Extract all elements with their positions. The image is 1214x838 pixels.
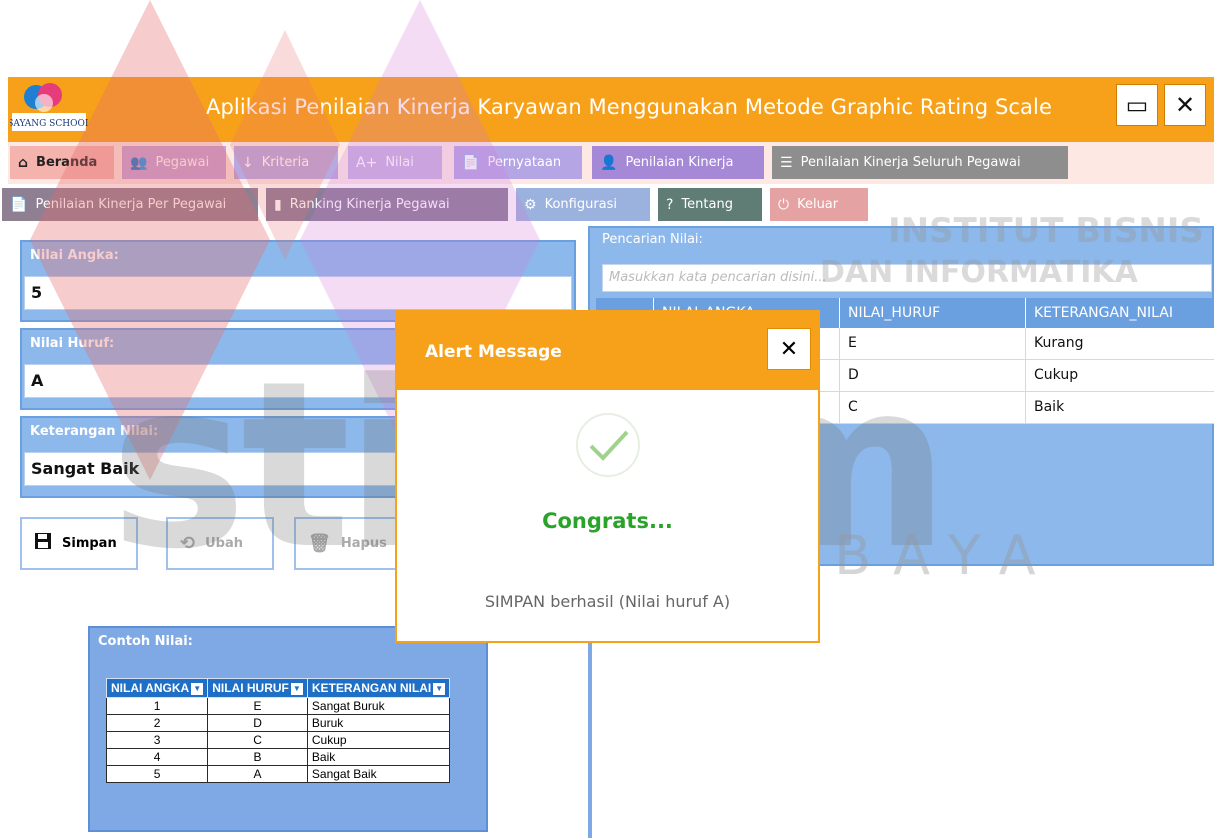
column-header[interactable]: NILAI ANGKA ▼: [105, 678, 209, 698]
trash-icon: 🗑: [308, 533, 331, 554]
menu-label: Beranda: [36, 155, 98, 170]
simpan-button[interactable]: Simpan: [20, 517, 138, 570]
grid-cell[interactable]: Kurang: [1026, 328, 1214, 360]
grid-cell[interactable]: Cukup: [1026, 360, 1214, 392]
keterangan-label: Keterangan Nilai:: [30, 424, 159, 439]
menu-beranda[interactable]: ⌂ Beranda: [10, 146, 114, 179]
menu-label: Keluar: [797, 197, 839, 212]
alert-title: Alert Message: [425, 342, 562, 362]
grid-cell[interactable]: D: [840, 360, 1026, 392]
minimize-icon: ▭: [1125, 91, 1149, 119]
menu-label: Penilaian Kinerja Seluruh Pegawai: [800, 155, 1021, 170]
menu-label: Pegawai: [155, 155, 210, 170]
power-icon: ⏻: [778, 196, 790, 213]
table-row: 5 A Sangat Baik: [105, 765, 451, 783]
menu-tentang[interactable]: ? Tentang: [658, 188, 762, 221]
main-menu-row-1: ⌂ Beranda 👥 Pegawai ↓ Kriteria A+ Nilai …: [8, 142, 1214, 184]
app-window: SAYANG SCHOOL Aplikasi Penilaian Kinerja…: [0, 0, 1214, 838]
grid-cell[interactable]: C: [840, 392, 1026, 424]
menu-label: Penilaian Kinerja: [625, 155, 734, 170]
dropdown-icon[interactable]: ▼: [191, 682, 204, 695]
menu-label: Ranking Kinerja Pegawai: [289, 197, 450, 212]
help-icon: ?: [666, 196, 674, 213]
checkmark-icon: [576, 413, 640, 477]
menu-konfigurasi[interactable]: ⚙ Konfigurasi: [516, 188, 650, 221]
contoh-nilai-label: Contoh Nilai:: [98, 634, 193, 649]
nilai-angka-label: Nilai Angka:: [30, 248, 119, 263]
menu-label: Nilai: [385, 155, 414, 170]
simpan-label: Simpan: [62, 536, 117, 551]
grade-icon: A+: [356, 154, 378, 171]
contoh-nilai-table: NILAI ANGKA ▼ NILAI HURUF ▼ KETERANGAN NIL…: [105, 678, 451, 783]
pencarian-nilai-label: Pencarian Nilai:: [602, 232, 703, 247]
menu-pegawai[interactable]: 👥 Pegawai: [122, 146, 226, 179]
grid-cell[interactable]: E: [840, 328, 1026, 360]
close-icon: ✕: [1174, 91, 1196, 119]
menu-keluar[interactable]: ⏻ Keluar: [770, 188, 868, 221]
home-icon: ⌂: [18, 154, 29, 171]
menu-nilai[interactable]: A+ Nilai: [348, 146, 442, 179]
menu-label: Pernyataan: [487, 155, 562, 170]
nilai-huruf-label: Nilai Huruf:: [30, 336, 115, 351]
contoh-nilai-group: Contoh Nilai: NILAI ANGKA ▼ NILAI HURUF ▼ …: [88, 626, 488, 832]
gear-icon: ⚙: [524, 196, 537, 213]
menu-label: Kriteria: [261, 155, 310, 170]
menu-penilaian-kinerja-seluruh-pegawai[interactable]: ☰ Penilaian Kinerja Seluruh Pegawai: [772, 146, 1068, 179]
menu-pernyataan[interactable]: 📄 Pernyataan: [454, 146, 582, 179]
svg-text:SAYANG SCHOOL: SAYANG SCHOOL: [10, 119, 88, 129]
edit-icon: ⟲: [180, 533, 196, 554]
hapus-button[interactable]: 🗑 Hapus: [294, 517, 398, 570]
table-row: 1 E Sangat Buruk: [105, 697, 451, 715]
dropdown-icon[interactable]: ▼: [433, 682, 446, 695]
grid-header-nilai-huruf[interactable]: NILAI_HURUF: [840, 298, 1026, 328]
table-row: 3 C Cukup: [105, 731, 451, 749]
close-window-button[interactable]: ✕: [1164, 84, 1206, 126]
nilai-angka-field[interactable]: 5: [24, 276, 572, 310]
search-input[interactable]: Masukkan kata pencarian disini...: [602, 264, 1212, 292]
grid-cell[interactable]: Baik: [1026, 392, 1214, 424]
main-menu-row-2: 📄 Penilaian Kinerja Per Pegawai ▮ Rankin…: [2, 184, 1214, 226]
close-icon: ✕: [779, 336, 799, 362]
bar-chart-icon: ▮: [274, 196, 282, 213]
ubah-button[interactable]: ⟲ Ubah: [166, 517, 274, 570]
alert-header: Alert Message ✕: [397, 312, 818, 390]
menu-penilaian-kinerja-per-pegawai[interactable]: 📄 Penilaian Kinerja Per Pegawai: [2, 188, 258, 221]
hapus-label: Hapus: [340, 536, 387, 551]
menu-penilaian-kinerja[interactable]: 👤 Penilaian Kinerja: [592, 146, 764, 179]
alert-message: SIMPAN berhasil (Nilai huruf A): [484, 592, 731, 611]
title-bar: SAYANG SCHOOL Aplikasi Penilaian Kinerja…: [7, 77, 1214, 142]
menu-kriteria[interactable]: ↓ Kriteria: [234, 146, 338, 179]
ubah-label: Ubah: [205, 536, 243, 551]
menu-label: Penilaian Kinerja Per Pegawai: [35, 197, 227, 212]
congrats-text: Congrats...: [542, 509, 673, 533]
grid-header-keterangan[interactable]: KETERANGAN_NILAI: [1026, 298, 1214, 328]
alert-dialog: Alert Message ✕ Congrats... SIMPAN berha…: [395, 310, 820, 643]
document-icon: 📄: [10, 196, 28, 213]
users-icon: 👥: [130, 154, 148, 171]
menu-ranking-kinerja-pegawai[interactable]: ▮ Ranking Kinerja Pegawai: [266, 188, 508, 221]
document-icon: 📄: [462, 154, 480, 171]
column-header[interactable]: NILAI HURUF ▼: [207, 678, 308, 698]
person-icon: 👤: [600, 154, 618, 171]
app-logo: SAYANG SCHOOL: [7, 81, 91, 135]
table-row: 4 B Baik: [105, 748, 451, 766]
app-title: Aplikasi Penilaian Kinerja Karyawan Meng…: [206, 95, 1052, 119]
menu-label: Tentang: [681, 197, 733, 212]
column-header[interactable]: KETERANGAN NILAI ▼: [306, 678, 451, 698]
dropdown-icon[interactable]: ▼: [290, 682, 303, 695]
alert-close-button[interactable]: ✕: [767, 328, 811, 370]
list-icon: ☰: [780, 154, 793, 171]
save-icon: [34, 531, 52, 556]
table-row: 2 D Buruk: [105, 714, 451, 732]
menu-label: Konfigurasi: [544, 197, 618, 212]
minimize-button[interactable]: ▭: [1116, 84, 1158, 126]
sort-icon: ↓: [242, 154, 254, 171]
